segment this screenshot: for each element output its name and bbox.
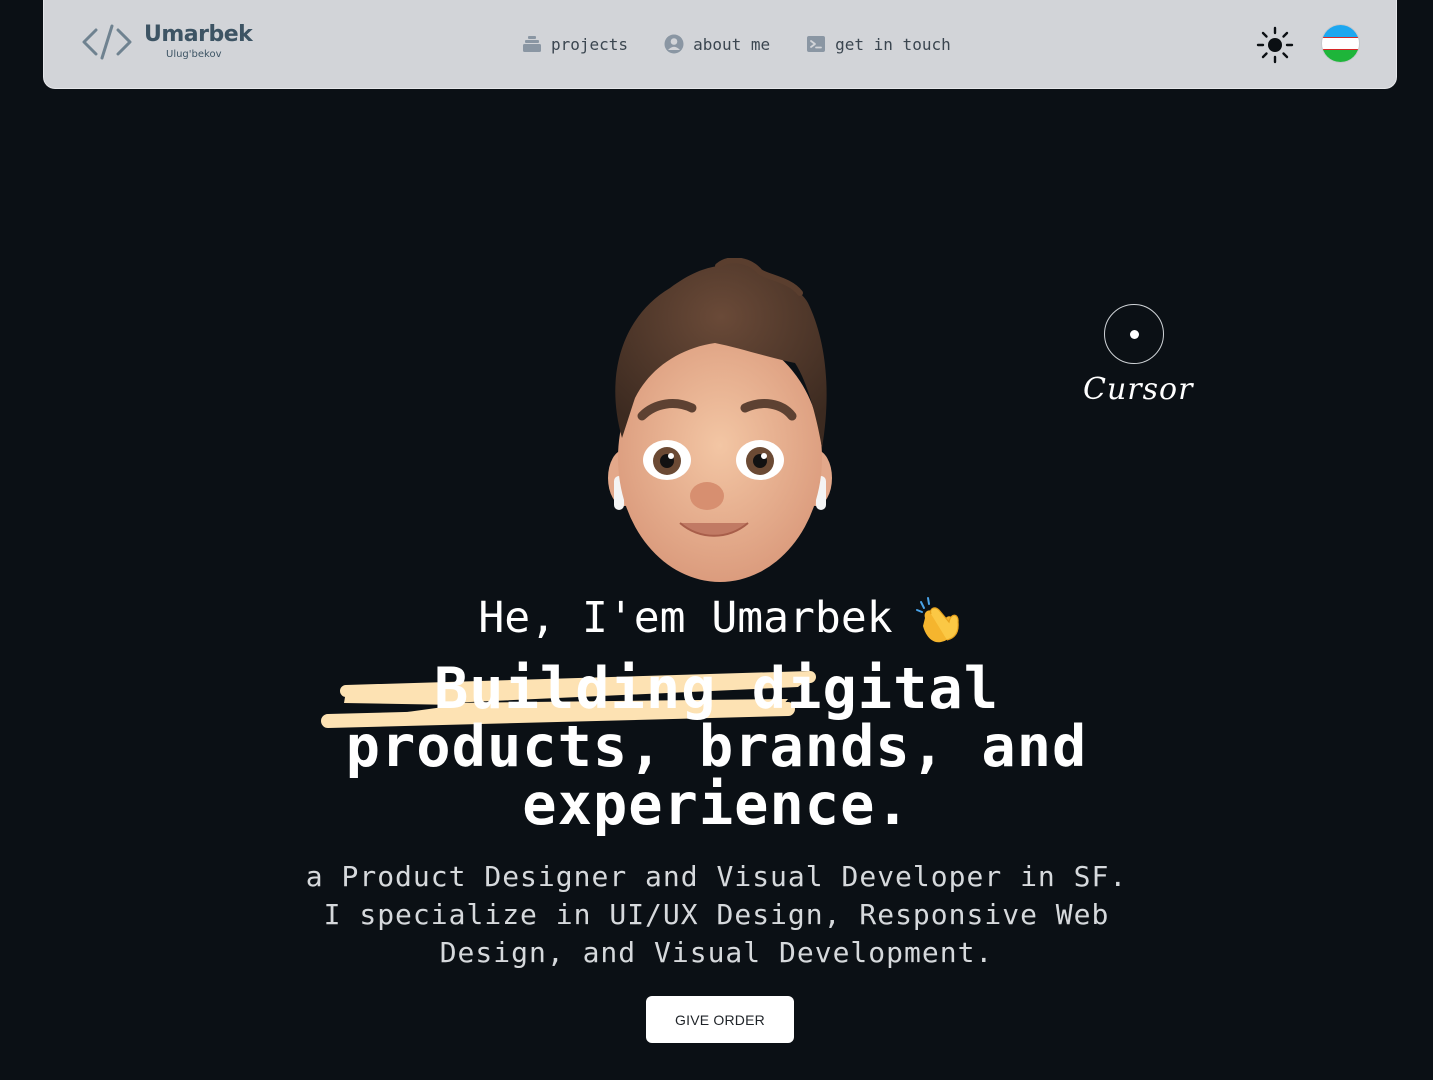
code-brackets-icon <box>82 24 132 60</box>
stack-icon <box>523 36 541 52</box>
headline-line: products, brands, and <box>345 714 1088 780</box>
hero-greeting: He, I'em Umarbek <box>0 590 1433 646</box>
logo-text: Umarbek Ulug'bekov <box>144 22 253 60</box>
greeting-text: He, I'em Umarbek <box>478 593 893 643</box>
navbar: Umarbek Ulug'bekov projects about me get… <box>43 0 1397 89</box>
clapping-hands-icon <box>915 597 959 643</box>
description-line: I specialize in UI/UX Design, Responsive… <box>323 898 1110 931</box>
cursor-label: Cursor <box>1083 372 1194 407</box>
hero-headline: Building digital products, brands, and e… <box>0 660 1433 834</box>
description-line: a Product Designer and Visual Developer … <box>305 860 1128 893</box>
flag-band-blue <box>1322 25 1359 38</box>
nav-link-get-in-touch[interactable]: get in touch <box>806 34 951 54</box>
memoji-avatar <box>608 258 832 582</box>
nav-link-about-me[interactable]: about me <box>664 34 770 54</box>
nav-link-label: about me <box>693 34 771 54</box>
flag-band-white <box>1322 37 1359 50</box>
hero-description: a Product Designer and Visual Developer … <box>0 858 1433 972</box>
nav-link-label: get in touch <box>835 34 951 54</box>
terminal-icon <box>807 36 826 52</box>
logo-link[interactable]: Umarbek Ulug'bekov <box>82 22 253 62</box>
nav-link-projects[interactable]: projects <box>522 34 628 54</box>
logo-subtitle: Ulug'bekov <box>166 49 222 60</box>
nav-links: projects about me get in touch <box>522 34 987 54</box>
logo-name: Umarbek <box>144 22 253 47</box>
description-line: Design, and Visual Development. <box>439 936 994 969</box>
give-order-button[interactable]: GIVE ORDER <box>646 996 794 1043</box>
hero-headline-wrapper: Building digital products, brands, and e… <box>0 660 1433 834</box>
nav-link-label: projects <box>551 34 629 54</box>
custom-cursor-dot <box>1130 330 1139 339</box>
user-circle-icon <box>664 34 684 54</box>
headline-line: Building digital <box>433 656 1000 722</box>
flag-band-green <box>1322 49 1359 62</box>
sun-icon[interactable] <box>1256 26 1294 64</box>
headline-line: experience. <box>522 772 911 838</box>
custom-cursor-ring <box>1104 304 1164 364</box>
language-flag-button[interactable] <box>1322 25 1359 62</box>
